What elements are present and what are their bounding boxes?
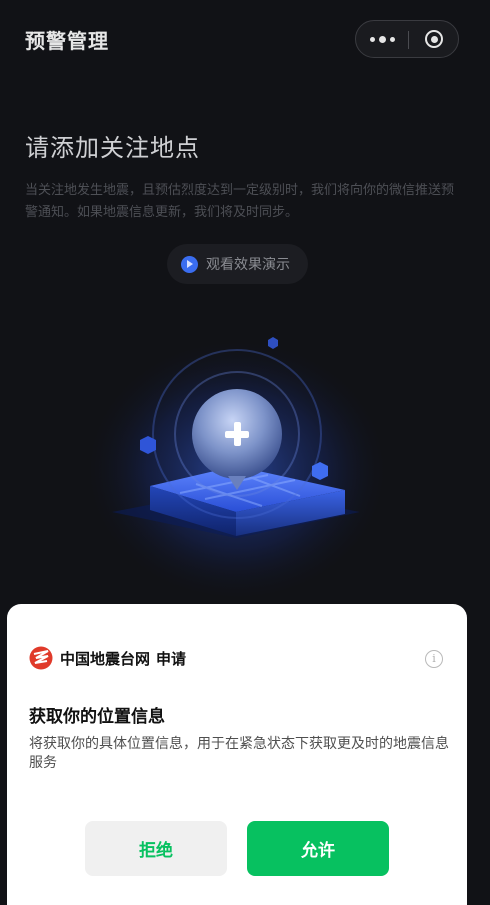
permission-description: 将获取你的具体位置信息，用于在紧急状态下获取更及时的地震信息服务 xyxy=(29,736,449,771)
requesting-app-row: 中国地震台网 申请 xyxy=(29,645,186,671)
info-icon[interactable]: i xyxy=(425,650,443,668)
app-logo-icon xyxy=(29,646,53,670)
permission-title: 获取你的位置信息 xyxy=(29,707,165,727)
app-action: 申请 xyxy=(156,649,187,668)
permission-sheet: 中国地震台网 申请 i 获取你的位置信息 将获取你的具体位置信息，用于在紧急状态… xyxy=(7,604,467,905)
deny-button[interactable]: 拒绝 xyxy=(85,821,227,876)
app-name: 中国地震台网 xyxy=(60,649,151,668)
page: 预警管理 请添加关注地点 当关注地发生地震，且预估烈度达到一定级别时，我们将向你… xyxy=(0,0,490,905)
allow-button[interactable]: 允许 xyxy=(247,821,389,876)
